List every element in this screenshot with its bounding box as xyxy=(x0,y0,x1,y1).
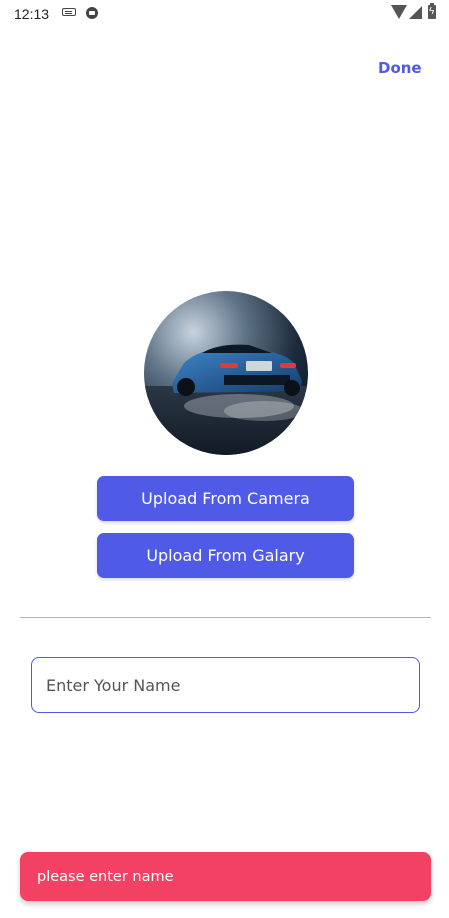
error-snackbar: please enter name xyxy=(20,852,431,901)
done-button[interactable]: Done xyxy=(378,59,428,81)
signal-icon xyxy=(409,6,422,19)
media-icon xyxy=(86,7,98,19)
battery-charging-icon xyxy=(428,3,436,19)
name-field[interactable] xyxy=(31,657,420,713)
upload-camera-button[interactable]: Upload From Camera xyxy=(97,476,354,521)
car-photo-icon xyxy=(144,291,308,455)
snackbar-message: please enter name xyxy=(37,868,174,885)
divider xyxy=(20,617,431,618)
keyboard-icon xyxy=(62,8,76,16)
profile-avatar xyxy=(144,291,308,455)
name-input[interactable] xyxy=(44,674,408,696)
status-bar: 12:13 xyxy=(0,0,449,26)
upload-gallery-button[interactable]: Upload From Galary xyxy=(97,533,354,578)
status-time: 12:13 xyxy=(14,6,50,22)
wifi-icon xyxy=(391,5,407,19)
